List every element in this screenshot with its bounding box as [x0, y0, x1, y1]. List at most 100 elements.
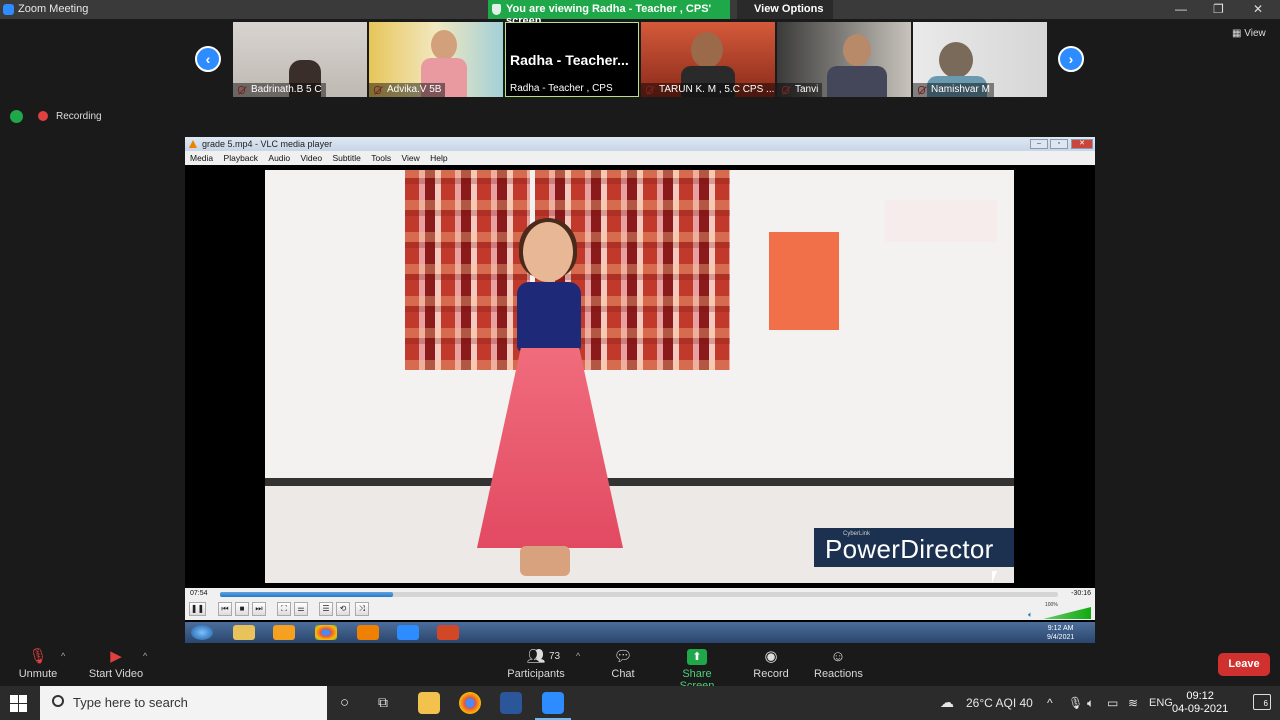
menu-playback[interactable]: Playback — [224, 151, 259, 163]
share-screen-button[interactable]: ⬆ Share Screen — [665, 643, 729, 692]
menu-tools[interactable]: Tools — [371, 151, 391, 163]
task-view-icon[interactable]: ⧉ — [378, 694, 388, 711]
record-label: Record — [753, 668, 789, 680]
security-shield-icon[interactable] — [10, 110, 23, 123]
chat-button[interactable]: 💬︎ Chat — [607, 643, 639, 681]
seek-progress — [220, 592, 394, 597]
notifications-icon[interactable]: 6 — [1253, 694, 1271, 710]
stop-icon[interactable]: ■ — [235, 602, 249, 616]
zoom-app-icon — [3, 4, 14, 15]
video-off-icon: ▶︎ — [110, 648, 122, 665]
start-button-icon[interactable] — [10, 695, 27, 712]
fullscreen-icon[interactable]: ⛶ — [277, 602, 291, 616]
video-frame[interactable]: CyberLink PowerDirector — [265, 170, 1014, 583]
vlc-minimize-button[interactable]: – — [1030, 139, 1048, 149]
zoom-title-bar: Zoom Meeting You are viewing Radha - Tea… — [0, 0, 1280, 28]
share-banner: You are viewing Radha - Teacher , CPS' s… — [488, 0, 730, 27]
reactions-label: Reactions — [814, 668, 863, 680]
taskbar-clock[interactable]: 09:12 04-09-2021 — [1172, 690, 1228, 716]
view-layout-label: View — [1244, 28, 1266, 39]
playlist-icon[interactable]: ☰ — [319, 602, 333, 616]
dancer-feet — [520, 546, 570, 576]
vlc-title: grade 5.mp4 - VLC media player — [202, 139, 333, 149]
next-icon[interactable]: ⏭ — [252, 602, 266, 616]
participant-name: Badrinath.B 5 C — [233, 83, 326, 97]
start-video-button[interactable]: ▶︎ Start Video — [88, 643, 144, 681]
extended-settings-icon[interactable]: ⚌ — [294, 602, 308, 616]
chrome-icon[interactable] — [459, 692, 481, 714]
word-icon[interactable] — [500, 692, 522, 714]
view-layout-button[interactable]: ▦ View — [1232, 28, 1266, 39]
participant-tile[interactable]: Advika.V 5B — [369, 22, 503, 97]
window-title: Zoom Meeting — [18, 3, 89, 15]
vlc-restore-button[interactable]: ▫ — [1050, 139, 1068, 149]
vlc-cone-icon — [189, 140, 197, 148]
participants-caret-icon[interactable]: ^ — [576, 651, 580, 661]
battery-icon[interactable]: ▭ — [1107, 696, 1118, 710]
seek-bar[interactable] — [220, 592, 1058, 597]
participant-tile[interactable]: Namishvar M — [913, 22, 1047, 97]
file-explorer-icon[interactable] — [418, 692, 440, 714]
video-options-caret-icon[interactable]: ^ — [143, 651, 147, 661]
weather-text[interactable]: 26°C AQI 40 — [966, 696, 1033, 710]
chrome-icon — [315, 625, 337, 640]
clock-time: 09:12 — [1186, 690, 1214, 702]
menu-view[interactable]: View — [401, 151, 419, 163]
participants-label: Participants — [507, 668, 565, 680]
minimize-button[interactable]: — — [1175, 2, 1187, 16]
dancer-face — [523, 222, 573, 282]
clock-date: 04-09-2021 — [1172, 703, 1229, 715]
language-indicator[interactable]: ENG — [1149, 697, 1173, 709]
taskbar-search-box[interactable]: Type here to search — [40, 686, 327, 720]
grid-icon: ▦ — [1232, 28, 1245, 39]
participant-tile[interactable]: Badrinath.B 5 C — [233, 22, 367, 97]
pause-icon[interactable]: ❚❚ — [189, 602, 206, 616]
zoom-taskbar-icon[interactable] — [535, 692, 571, 720]
zoom-icon — [397, 625, 419, 640]
audio-options-caret-icon[interactable]: ^ — [61, 651, 65, 661]
view-options-label: View Options — [754, 3, 824, 15]
dancer-skirt — [477, 348, 623, 548]
time-elapsed: 07:54 — [190, 590, 208, 597]
participant-name: Namishvar M — [913, 83, 994, 97]
wall-poster — [769, 232, 839, 330]
cortana-icon[interactable]: ○ — [340, 694, 349, 711]
menu-video[interactable]: Video — [301, 151, 323, 163]
curtain-left — [405, 170, 530, 370]
shuffle-icon[interactable]: ⤨ — [355, 602, 369, 616]
leave-button[interactable]: Leave — [1218, 653, 1270, 676]
media-player-icon — [273, 625, 295, 640]
menu-media[interactable]: Media — [190, 151, 213, 163]
share-screen-icon: ⬆ — [687, 649, 707, 665]
record-button[interactable]: ◉ Record — [753, 643, 789, 681]
speaker-icon[interactable]: 🔈︎ — [1028, 610, 1033, 620]
volume-percent: 100% — [1045, 602, 1058, 608]
participant-name: TARUN K. M , 5.C CPS ... — [641, 83, 775, 97]
restore-button[interactable]: ❐ — [1213, 2, 1224, 16]
participant-tile[interactable]: TARUN K. M , 5.C CPS ... — [641, 22, 775, 97]
menu-audio[interactable]: Audio — [268, 151, 290, 163]
menu-help[interactable]: Help — [430, 151, 447, 163]
show-hidden-icons-icon[interactable]: ^ — [1047, 696, 1053, 710]
vlc-close-button[interactable]: ✕ — [1071, 139, 1093, 149]
menu-subtitle[interactable]: Subtitle — [333, 151, 361, 163]
volume-slider[interactable] — [1043, 607, 1091, 619]
loop-icon[interactable]: ⟲ — [336, 602, 350, 616]
wifi-icon[interactable]: ≋ — [1128, 696, 1138, 710]
windows-taskbar: Type here to search ○ ⧉ ☁︎ 26°C AQI 40 ^… — [0, 686, 1280, 720]
view-options-button[interactable]: View Options ⌄ — [737, 0, 833, 28]
participant-tile-active-speaker[interactable]: Radha - Teacher... Radha - Teacher , CPS — [505, 22, 639, 97]
participant-tile[interactable]: Tanvi — [777, 22, 911, 97]
vlc-controls: 07:54 -30:16 ❚❚ ⏮ ■ ⏭ ⛶ ⚌ ☰ ⟲ ⤨ 🔈︎ 100% — [185, 588, 1095, 620]
reactions-button[interactable]: ☺︎ Reactions — [814, 643, 863, 681]
next-page-arrow-icon[interactable]: › — [1058, 46, 1084, 72]
volume-icon[interactable]: 🔈︎ — [1087, 696, 1094, 711]
previous-icon[interactable]: ⏮ — [218, 602, 232, 616]
unmute-button[interactable]: 🎙︎ Unmute — [17, 643, 59, 681]
chat-icon: 💬︎ — [613, 648, 633, 665]
unmute-label: Unmute — [18, 668, 58, 680]
participants-count: 73 — [549, 651, 561, 662]
close-button[interactable]: ✕ — [1253, 2, 1263, 16]
search-placeholder: Type here to search — [73, 695, 188, 710]
previous-page-arrow-icon[interactable]: ‹ — [195, 46, 221, 72]
